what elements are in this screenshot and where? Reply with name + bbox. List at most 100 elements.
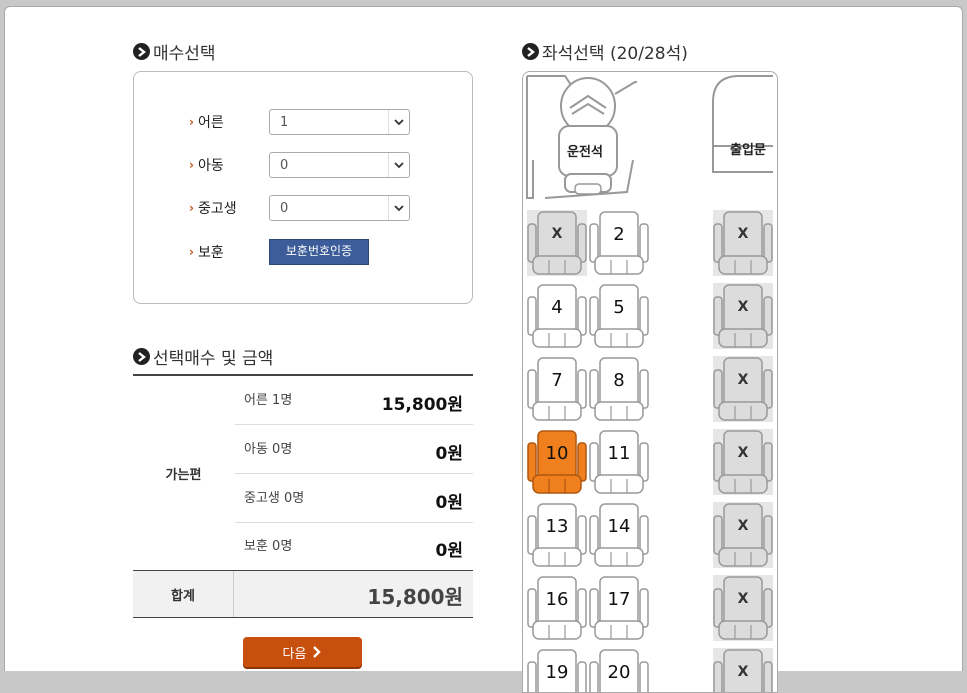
next-button-label: 다음: [282, 646, 307, 662]
seat-available[interactable]: 8: [589, 356, 649, 422]
row-label: 아동 0명: [244, 442, 293, 457]
field-label-text: 아동: [197, 158, 224, 174]
seat-sold: X: [713, 502, 773, 568]
seat-available[interactable]: 19: [527, 648, 587, 692]
seat-available[interactable]: 5: [589, 283, 649, 349]
select-value: 0: [280, 201, 289, 216]
row-label: 어른 1명: [244, 393, 293, 408]
table-row: 보훈 0명 0원: [235, 522, 473, 570]
seat-sold: X: [713, 210, 773, 276]
seat-sold: X: [713, 648, 773, 692]
total-label: 합계: [133, 571, 234, 617]
seat-number: X: [737, 226, 749, 242]
seat-sold: X: [713, 356, 773, 422]
seat-number: 20: [607, 661, 631, 683]
circle-chevron-icon: [133, 43, 150, 60]
seat-available[interactable]: 20: [589, 648, 649, 692]
arrow-icon: ›: [189, 201, 194, 215]
seat-available[interactable]: 16: [527, 575, 587, 641]
table-row: 어른 1명 15,800원: [235, 376, 473, 425]
veteran-verify-button[interactable]: 보훈번호인증: [269, 239, 369, 265]
row-amount: 0원: [435, 541, 463, 561]
seat-number: 7: [551, 369, 563, 391]
seat-available[interactable]: 2: [589, 210, 649, 276]
ticket-count-title: 매수선택: [133, 39, 216, 64]
row-label: 중고생 0명: [244, 491, 305, 506]
field-label-text: 보훈: [197, 245, 224, 261]
seat-number: 4: [551, 296, 563, 318]
door-label: 출입문: [730, 143, 766, 158]
total-amount: 15,800원: [367, 585, 463, 609]
seat-number: X: [737, 299, 749, 315]
row-amount: 0원: [435, 444, 463, 464]
seat-number: 2: [613, 223, 625, 245]
chevron-down-icon: [388, 153, 409, 177]
seat-available[interactable]: 17: [589, 575, 649, 641]
seat-selected[interactable]: 10: [527, 429, 587, 495]
section-title-text: 선택매수 및 금액: [153, 349, 274, 369]
summary-title: 선택매수 및 금액: [133, 344, 273, 369]
seat-number: X: [737, 591, 749, 607]
field-label: › 어른: [189, 112, 269, 132]
seat-sold: X: [527, 210, 587, 276]
field-row-child: › 아동 0: [189, 152, 410, 178]
field-row-student: › 중고생 0: [189, 195, 410, 221]
field-label: › 아동: [189, 155, 269, 175]
seat-number: 17: [607, 588, 631, 610]
adult-count-select[interactable]: 1: [269, 109, 410, 135]
door-icon: [712, 75, 773, 173]
total-row: 합계 15,800원: [133, 570, 473, 618]
chevron-down-icon: [388, 110, 409, 134]
seat-number: X: [737, 372, 749, 388]
driver-seat-icon: [526, 75, 637, 199]
field-label-text: 어른: [197, 115, 224, 131]
seat-sold: X: [713, 575, 773, 641]
driver-label: 운전석: [567, 145, 603, 160]
chevron-right-icon: [313, 646, 322, 658]
row-label: 보훈 0명: [244, 539, 293, 554]
table-row: 아동 0명 0원: [235, 425, 473, 474]
circle-chevron-icon: [133, 348, 150, 365]
seat-number: X: [737, 518, 749, 534]
circle-chevron-icon: [522, 43, 539, 60]
arrow-icon: ›: [189, 245, 194, 259]
field-row-adult: › 어른 1: [189, 109, 410, 135]
seat-available[interactable]: 13: [527, 502, 587, 568]
section-title-text: 매수선택: [153, 44, 216, 64]
child-count-select[interactable]: 0: [269, 152, 410, 178]
seat-number: X: [737, 664, 749, 680]
trip-group-label: 가는편: [165, 467, 202, 483]
seat-available[interactable]: 4: [527, 283, 587, 349]
table-row: 중고생 0명 0원: [235, 474, 473, 523]
field-label: › 보훈: [189, 242, 269, 262]
seat-available[interactable]: 7: [527, 356, 587, 422]
select-value: 0: [280, 158, 289, 173]
section-title-text: 좌석선택 (20/28석): [542, 44, 688, 64]
arrow-icon: ›: [189, 158, 194, 172]
seat-number: 10: [545, 442, 569, 464]
row-amount: 15,800원: [381, 395, 463, 415]
next-button[interactable]: 다음: [243, 637, 362, 667]
row-amount: 0원: [435, 493, 463, 513]
seat-sold: X: [713, 283, 773, 349]
seat-number: 13: [545, 515, 569, 537]
select-value: 1: [280, 115, 289, 130]
window-frame: 매수선택 › 어른 1 › 아동 0 › 중고생 0 › 보훈 보훈번호인증 선택매수 …: [4, 6, 963, 693]
student-count-select[interactable]: 0: [269, 195, 410, 221]
content-area: 매수선택 › 어른 1 › 아동 0 › 중고생 0 › 보훈 보훈번호인증 선택매수 …: [15, 15, 952, 693]
seat-available[interactable]: 14: [589, 502, 649, 568]
field-row-veteran: › 보훈 보훈번호인증: [189, 239, 369, 265]
seat-number: 5: [613, 296, 625, 318]
seat-number: 19: [545, 661, 569, 683]
seat-number: 8: [613, 369, 625, 391]
seat-number: 11: [607, 442, 631, 464]
seat-available[interactable]: 11: [589, 429, 649, 495]
seat-number: X: [551, 226, 563, 242]
ticket-count-box: › 어른 1 › 아동 0 › 중고생 0 › 보훈 보훈번호인증: [133, 71, 473, 304]
seat-number: X: [737, 445, 749, 461]
seat-number: 14: [607, 515, 631, 537]
seat-select-title: 좌석선택 (20/28석): [522, 39, 688, 64]
seat-sold: X: [713, 429, 773, 495]
field-label-text: 중고생: [197, 201, 237, 217]
chevron-down-icon: [388, 196, 409, 220]
